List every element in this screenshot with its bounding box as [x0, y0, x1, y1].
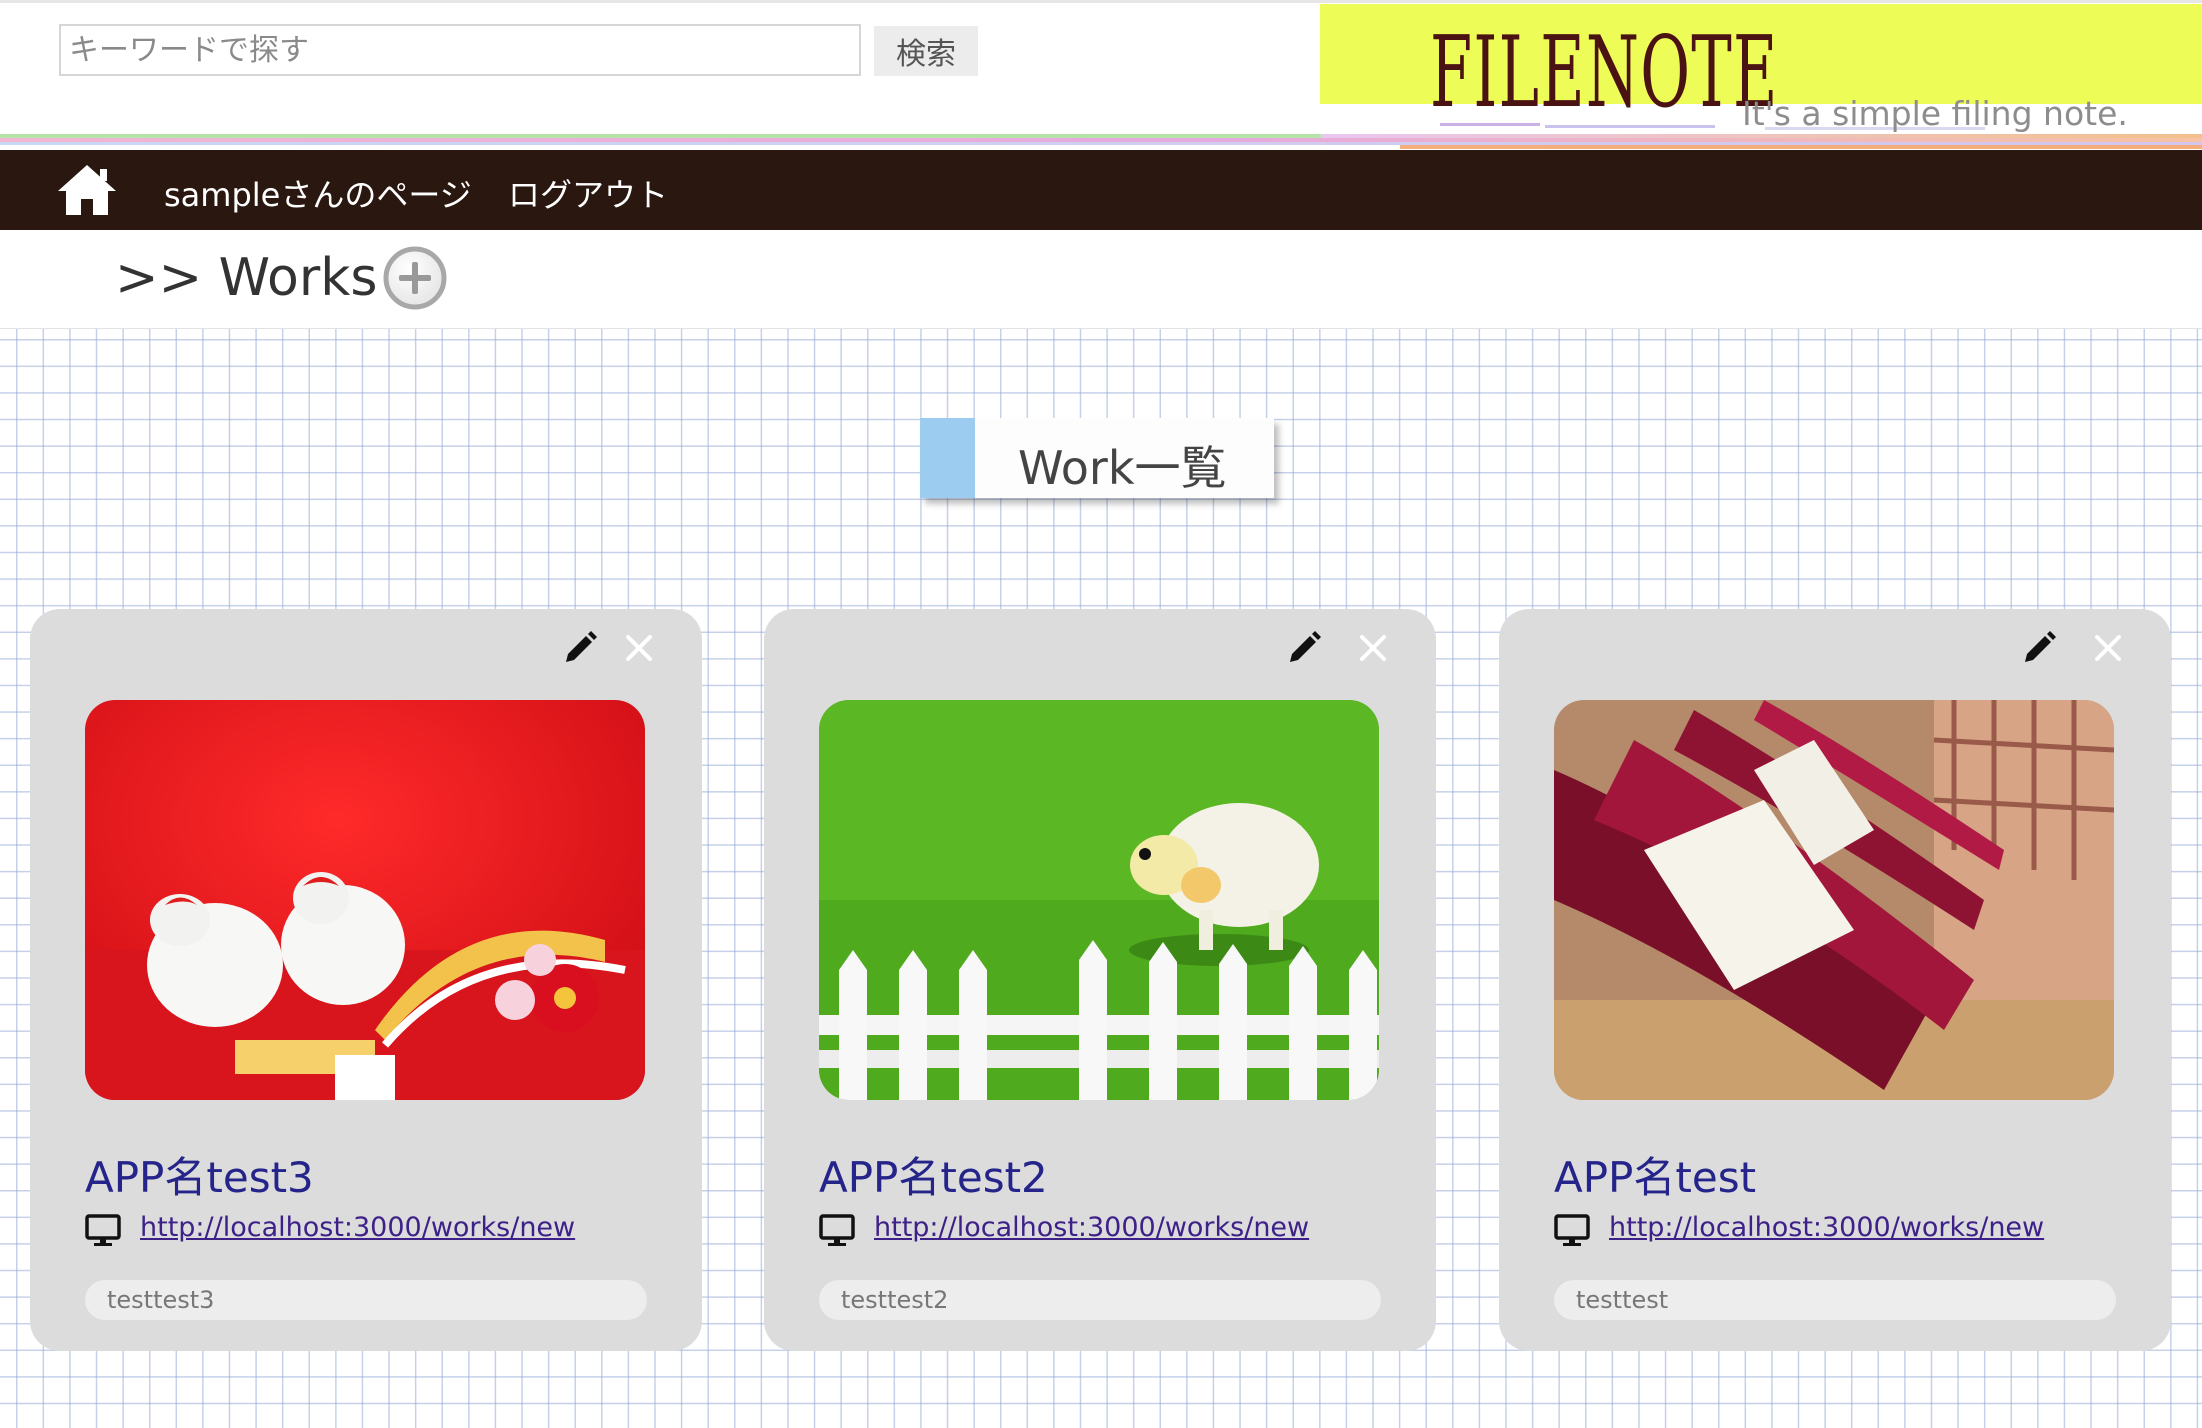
section-label-accent [920, 418, 975, 498]
card-title[interactable]: APP名test [1554, 1144, 1756, 1205]
header: 検索 FILENOTE It's a simple filing note. [0, 0, 2202, 150]
nav-user-page-link[interactable]: sampleさんのページ [164, 170, 472, 216]
logo-underline [1440, 123, 1540, 126]
tagline: It's a simple filing note. [1742, 94, 2128, 133]
card-description-text: testtest [1576, 1286, 1669, 1314]
card-description: testtest2 [819, 1280, 1381, 1320]
close-icon[interactable] [624, 633, 654, 663]
section-label: Work一覧 [920, 418, 1274, 498]
monitor-icon [1554, 1214, 1590, 1248]
card-description-text: testtest3 [107, 1286, 215, 1314]
card-description: testtest [1554, 1280, 2116, 1320]
header-divider [1400, 145, 2202, 149]
filenote-logo: FILENOTE [1430, 16, 1779, 130]
close-icon[interactable] [1358, 633, 1388, 663]
page-title-row: >> Works [0, 230, 2202, 329]
monitor-icon [819, 1214, 855, 1248]
card-title[interactable]: APP名test3 [85, 1144, 314, 1205]
work-card: APP名test2 http://localhost:3000/works/ne… [764, 609, 1436, 1351]
pencil-icon[interactable] [1286, 630, 1322, 666]
card-url-link[interactable]: http://localhost:3000/works/new [1609, 1212, 2044, 1243]
nav-logout-link[interactable]: ログアウト [508, 170, 668, 216]
card-title[interactable]: APP名test2 [819, 1144, 1048, 1205]
work-card: APP名test http://localhost:3000/works/new… [1499, 609, 2171, 1351]
monitor-icon [85, 1214, 121, 1248]
pencil-icon[interactable] [562, 630, 598, 666]
home-icon[interactable] [56, 163, 118, 217]
card-url-link[interactable]: http://localhost:3000/works/new [140, 1212, 575, 1243]
work-image [85, 700, 645, 1100]
card-description: testtest3 [85, 1280, 647, 1320]
card-url-link[interactable]: http://localhost:3000/works/new [874, 1212, 1309, 1243]
section-label-text: Work一覧 [1018, 441, 1227, 495]
work-image [819, 700, 1379, 1100]
nav-bar: sampleさんのページ ログアウト [0, 150, 2202, 230]
search-input[interactable] [59, 24, 861, 76]
close-icon[interactable] [2093, 633, 2123, 663]
search-button[interactable]: 検索 [874, 26, 978, 76]
logo-underline [1545, 125, 1715, 128]
work-card: APP名test3 http://localhost:3000/works/ne… [30, 609, 702, 1351]
card-description-text: testtest2 [841, 1286, 949, 1314]
page-title: >> Works [115, 248, 378, 308]
work-image [1554, 700, 2114, 1100]
top-border [0, 0, 2202, 3]
plus-circle-icon[interactable] [382, 245, 448, 311]
pencil-icon[interactable] [2021, 630, 2057, 666]
